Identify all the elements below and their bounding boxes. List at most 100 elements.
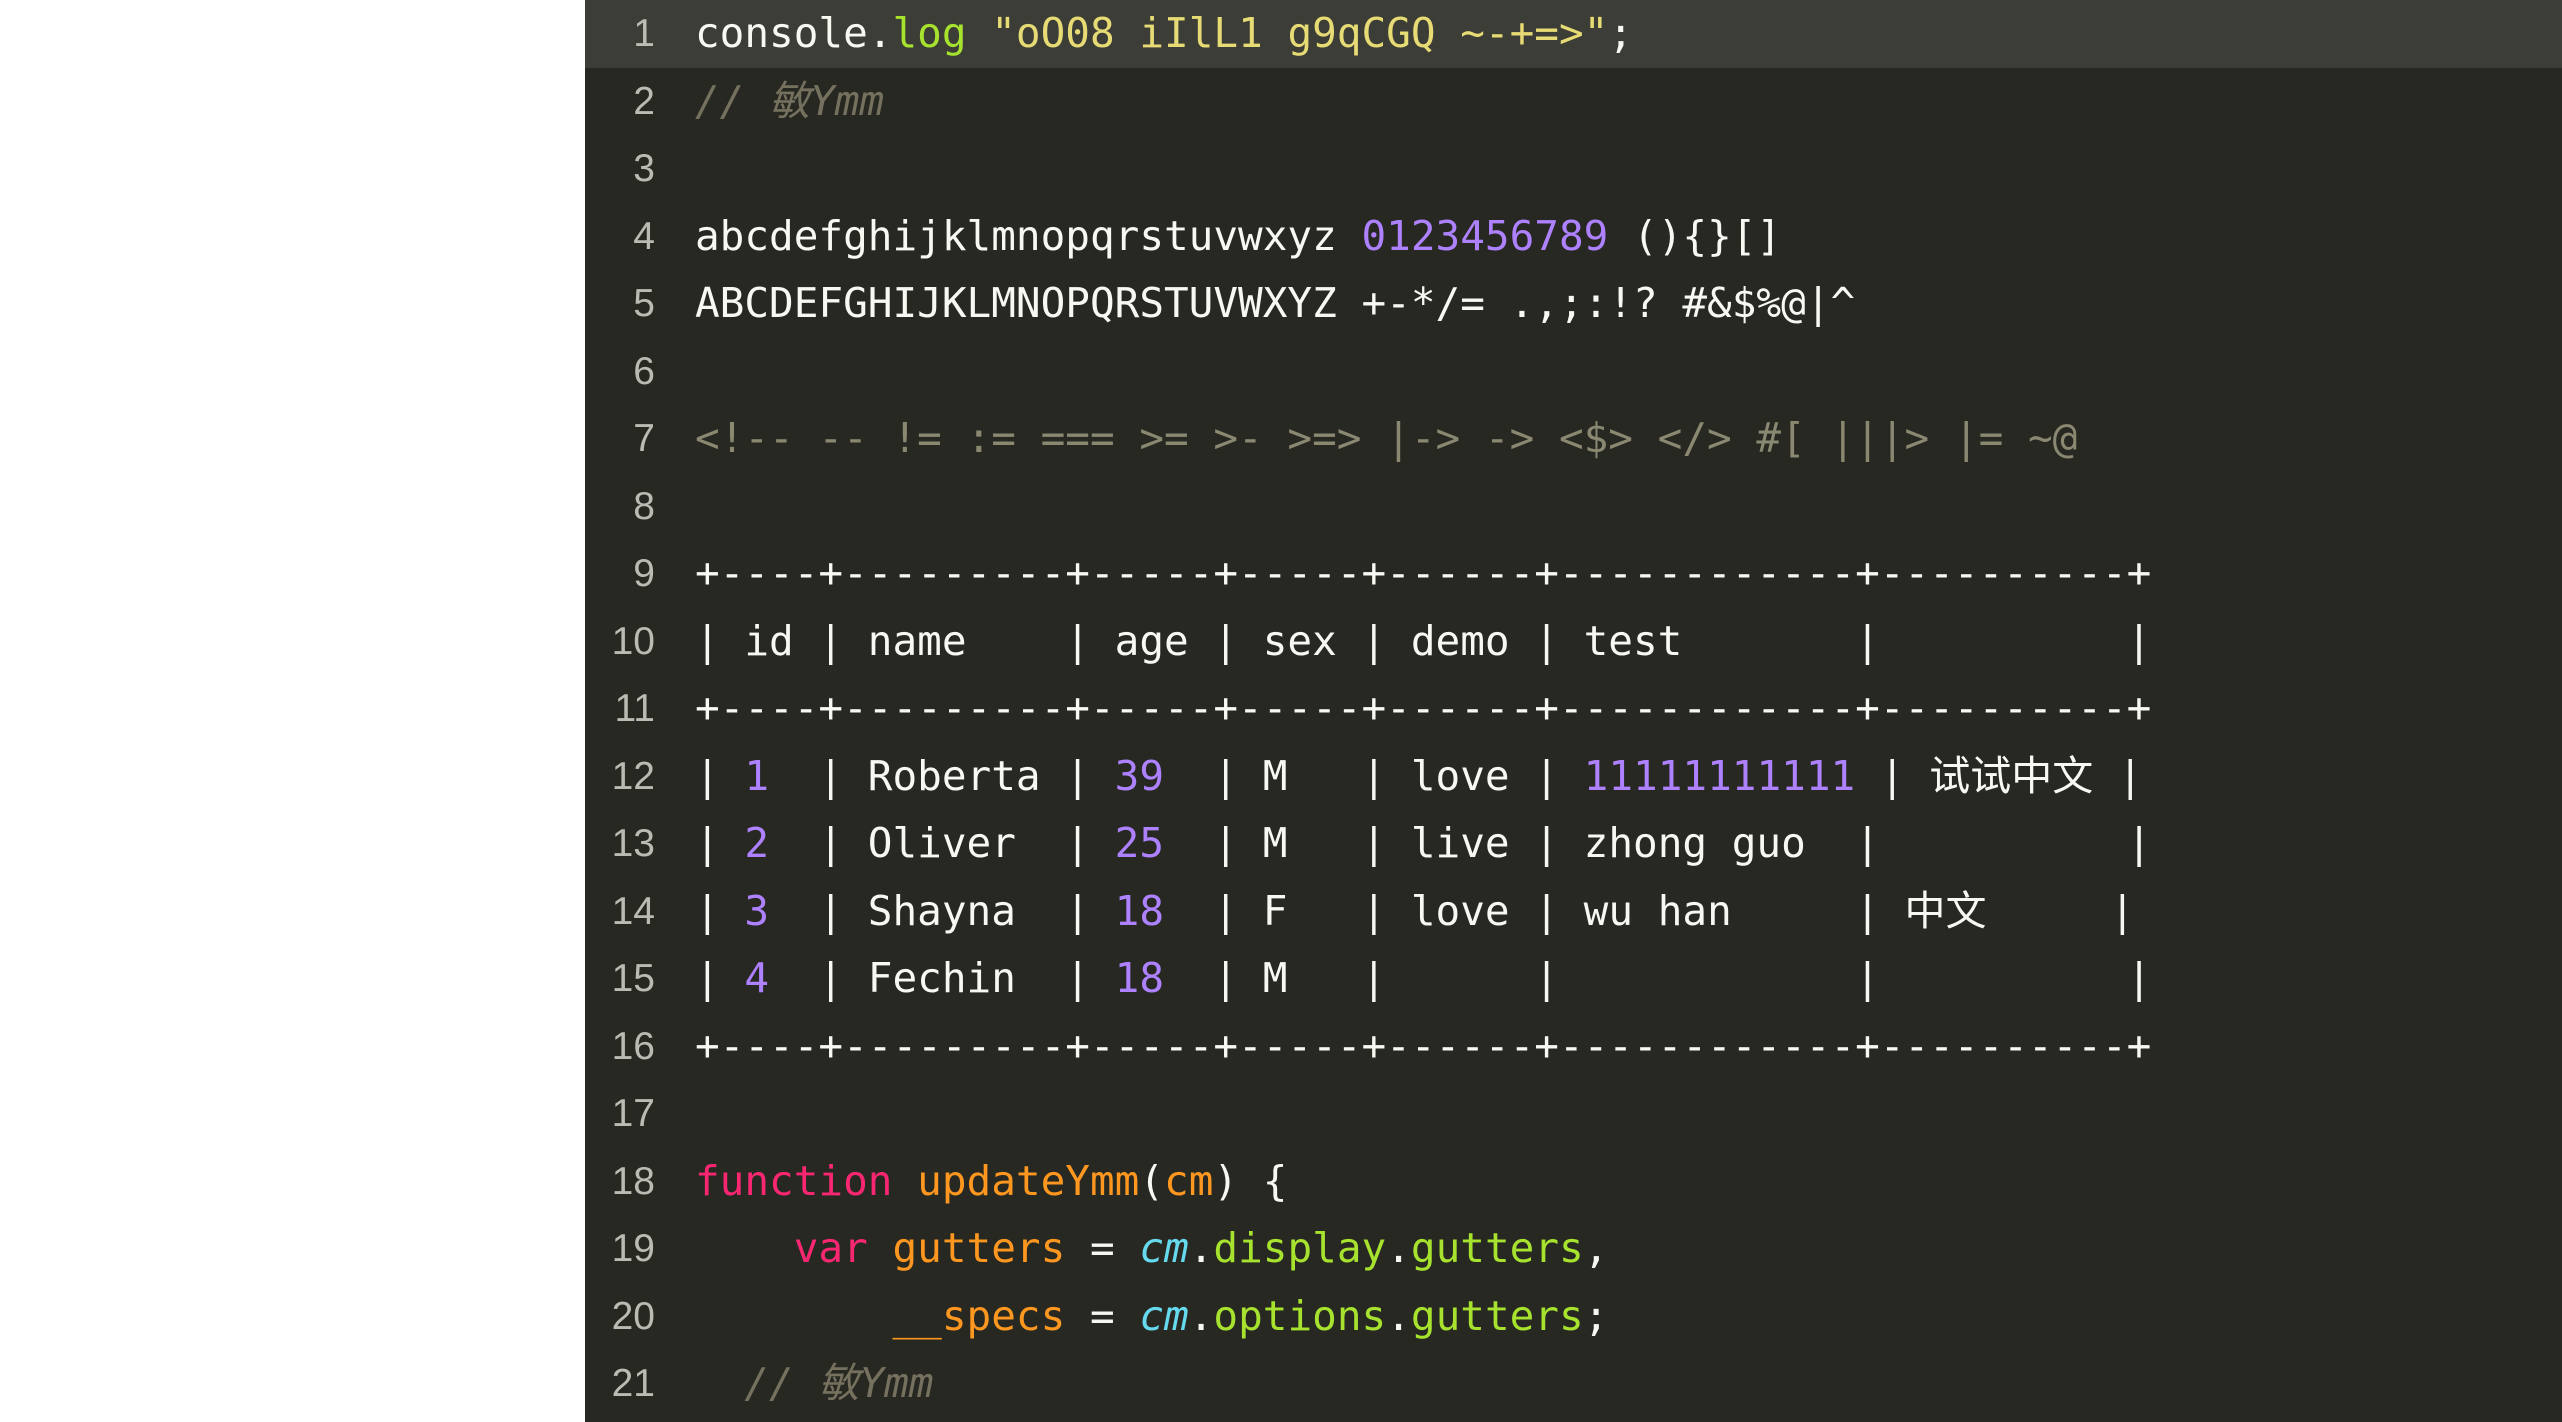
code-token: 18 xyxy=(1114,886,1165,935)
code-token: . xyxy=(1188,1224,1214,1272)
code-line[interactable]: 2 // 敏Ymm xyxy=(585,68,2562,136)
code-line-content[interactable]: | id | name | age | sex | demo | test | … xyxy=(695,608,2151,676)
code-token: 4 xyxy=(744,954,770,1002)
code-line-content[interactable]: console.log "oO08 iIlL1 g9qCGQ ~-+=>"; xyxy=(695,0,1633,68)
code-editor[interactable]: 1 console.log "oO08 iIlL1 g9qCGQ ~-+=>"; 2… xyxy=(585,0,2562,1422)
code-line[interactable]: 1 console.log "oO08 iIlL1 g9qCGQ ~-+=>"; xyxy=(585,0,2562,68)
code-token: gutters xyxy=(1410,1291,1584,1340)
code-token: 0123456789 xyxy=(1361,211,1609,260)
line-number[interactable]: 13 xyxy=(585,810,655,878)
code-line-content[interactable]: +----+---------+-----+-----+------+-----… xyxy=(695,1013,2151,1081)
code-line-content[interactable]: +----+---------+-----+-----+------+-----… xyxy=(695,675,2151,743)
line-number[interactable]: 19 xyxy=(585,1215,655,1283)
line-number[interactable]: 18 xyxy=(585,1148,655,1216)
code-token: | xyxy=(695,751,745,800)
code-line[interactable]: 5 ABCDEFGHIJKLMNOPQRSTUVWXYZ +-*/= .,;:!?… xyxy=(585,270,2562,338)
code-token: function xyxy=(695,1156,893,1205)
line-number[interactable]: 8 xyxy=(585,473,655,541)
code-line[interactable]: 9 +----+---------+-----+-----+------+----… xyxy=(585,540,2562,608)
line-number[interactable]: 12 xyxy=(585,743,655,811)
line-number[interactable]: 20 xyxy=(585,1283,655,1351)
code-token: console xyxy=(695,9,868,57)
code-line[interactable]: 13 | 2 | Oliver | 25 | M | live | zhong g… xyxy=(585,810,2562,878)
code-line[interactable]: 6 xyxy=(585,338,2562,406)
code-line[interactable]: 14 | 3 | Shayna | 18 | F | love | wu han … xyxy=(585,878,2562,946)
code-line-content[interactable]: __specs = cm.options.gutters; xyxy=(695,1283,1608,1351)
code-line-content[interactable]: | 2 | Oliver | 25 | M | live | zhong guo… xyxy=(695,810,2151,878)
code-token: | id | name | age | sex | demo | test | … xyxy=(695,616,2152,665)
code-line[interactable]: 8 xyxy=(585,473,2562,541)
code-line-content[interactable]: | 3 | Shayna | 18 | F | love | wu han | … xyxy=(695,878,2135,946)
line-number[interactable]: 9 xyxy=(585,540,655,608)
code-lines-container[interactable]: 1 console.log "oO08 iIlL1 g9qCGQ ~-+=>"; 2… xyxy=(585,0,2562,1418)
line-number[interactable]: 1 xyxy=(585,0,655,68)
line-number[interactable]: 21 xyxy=(585,1350,655,1418)
code-line[interactable]: 19 var gutters = cm.display.gutters, xyxy=(585,1215,2562,1283)
code-line[interactable]: 21 // 敏Ymm xyxy=(585,1350,2562,1418)
code-token: = xyxy=(1065,1224,1140,1272)
line-number[interactable]: 16 xyxy=(585,1013,655,1081)
code-token: <!-- -- != := === >= >- >=> |-> -> <$> <… xyxy=(695,414,2078,462)
line-number[interactable]: 14 xyxy=(585,878,655,946)
line-number[interactable]: 5 xyxy=(585,270,655,338)
code-token: abcdefghijklmnopqrstuvwxyz xyxy=(695,211,1362,260)
code-token: | M | live | zhong guo | | xyxy=(1164,819,2152,867)
code-line-content[interactable]: ABCDEFGHIJKLMNOPQRSTUVWXYZ +-*/= .,;:!? … xyxy=(695,270,1855,338)
code-line[interactable]: 17 xyxy=(585,1080,2562,1148)
code-line[interactable]: 12 | 1 | Roberta | 39 | M | love | 111111… xyxy=(585,743,2562,811)
code-line-content[interactable]: var gutters = cm.display.gutters, xyxy=(695,1215,1609,1283)
code-token: gutters xyxy=(892,1224,1066,1272)
code-token: ABCDEFGHIJKLMNOPQRSTUVWXYZ +-*/= .,;:!? … xyxy=(695,279,1856,327)
line-number[interactable]: 6 xyxy=(585,338,655,406)
code-token: | Shayna | xyxy=(769,886,1115,935)
line-number[interactable]: 4 xyxy=(585,203,655,271)
line-number[interactable]: 17 xyxy=(585,1080,655,1148)
code-line[interactable]: 18 function updateYmm(cm) { xyxy=(585,1148,2562,1216)
code-token: | M | love | xyxy=(1164,751,1584,800)
code-token: 11111111111 xyxy=(1583,751,1856,800)
code-token: . xyxy=(1188,1291,1214,1340)
code-token: var xyxy=(793,1224,868,1272)
code-line[interactable]: 11 +----+---------+-----+-----+------+---… xyxy=(585,675,2562,743)
code-token: cm xyxy=(1139,1224,1189,1272)
code-line-content[interactable]: abcdefghijklmnopqrstuvwxyz 0123456789 ()… xyxy=(695,203,1781,271)
code-line[interactable]: 10 | id | name | age | sex | demo | test … xyxy=(585,608,2562,676)
code-line-content[interactable]: +----+---------+-----+-----+------+-----… xyxy=(695,540,2151,608)
code-token: () xyxy=(1608,211,1683,260)
code-line[interactable]: 16 +----+---------+-----+-----+------+---… xyxy=(585,1013,2562,1081)
code-token: +----+---------+-----+-----+------+-----… xyxy=(695,1021,2152,1070)
code-line-content[interactable]: // 敏Ymm xyxy=(695,68,884,136)
line-number[interactable]: 15 xyxy=(585,945,655,1013)
code-token: {} xyxy=(1682,211,1732,260)
code-line[interactable]: 15 | 4 | Fechin | 18 | M | | | | xyxy=(585,945,2562,1013)
code-token: ) { xyxy=(1213,1156,1288,1205)
code-line[interactable]: 20 __specs = cm.options.gutters; xyxy=(585,1283,2562,1351)
code-line-content[interactable]: function updateYmm(cm) { xyxy=(695,1148,1287,1216)
code-token: | xyxy=(695,886,745,935)
code-line-content[interactable]: | 1 | Roberta | 39 | M | love | 11111111… xyxy=(695,743,2143,811)
code-line-content[interactable]: | 4 | Fechin | 18 | M | | | | xyxy=(695,945,2151,1013)
line-number[interactable]: 2 xyxy=(585,68,655,136)
code-token: = xyxy=(1065,1291,1140,1340)
code-line[interactable]: 4 abcdefghijklmnopqrstuvwxyz 0123456789 (… xyxy=(585,203,2562,271)
line-number[interactable]: 10 xyxy=(585,608,655,676)
code-token: | Roberta | xyxy=(769,751,1115,800)
code-line[interactable]: 3 xyxy=(585,135,2562,203)
code-token: ; xyxy=(1583,1291,1609,1340)
code-line-content[interactable]: // 敏Ymm xyxy=(695,1350,933,1418)
line-number[interactable]: 7 xyxy=(585,405,655,473)
code-token: | Fechin | xyxy=(769,954,1115,1002)
code-line[interactable]: 7 <!-- -- != := === >= >- >=> |-> -> <$> … xyxy=(585,405,2562,473)
code-token: | Oliver | xyxy=(769,819,1115,867)
code-token: 18 xyxy=(1114,954,1165,1002)
code-token: __specs xyxy=(892,1291,1066,1340)
line-number[interactable]: 3 xyxy=(585,135,655,203)
code-token: , xyxy=(1583,1224,1609,1272)
code-line-content[interactable]: <!-- -- != := === >= >- >=> |-> -> <$> <… xyxy=(695,405,2077,473)
line-number[interactable]: 11 xyxy=(585,675,656,743)
code-token: 39 xyxy=(1114,751,1165,800)
